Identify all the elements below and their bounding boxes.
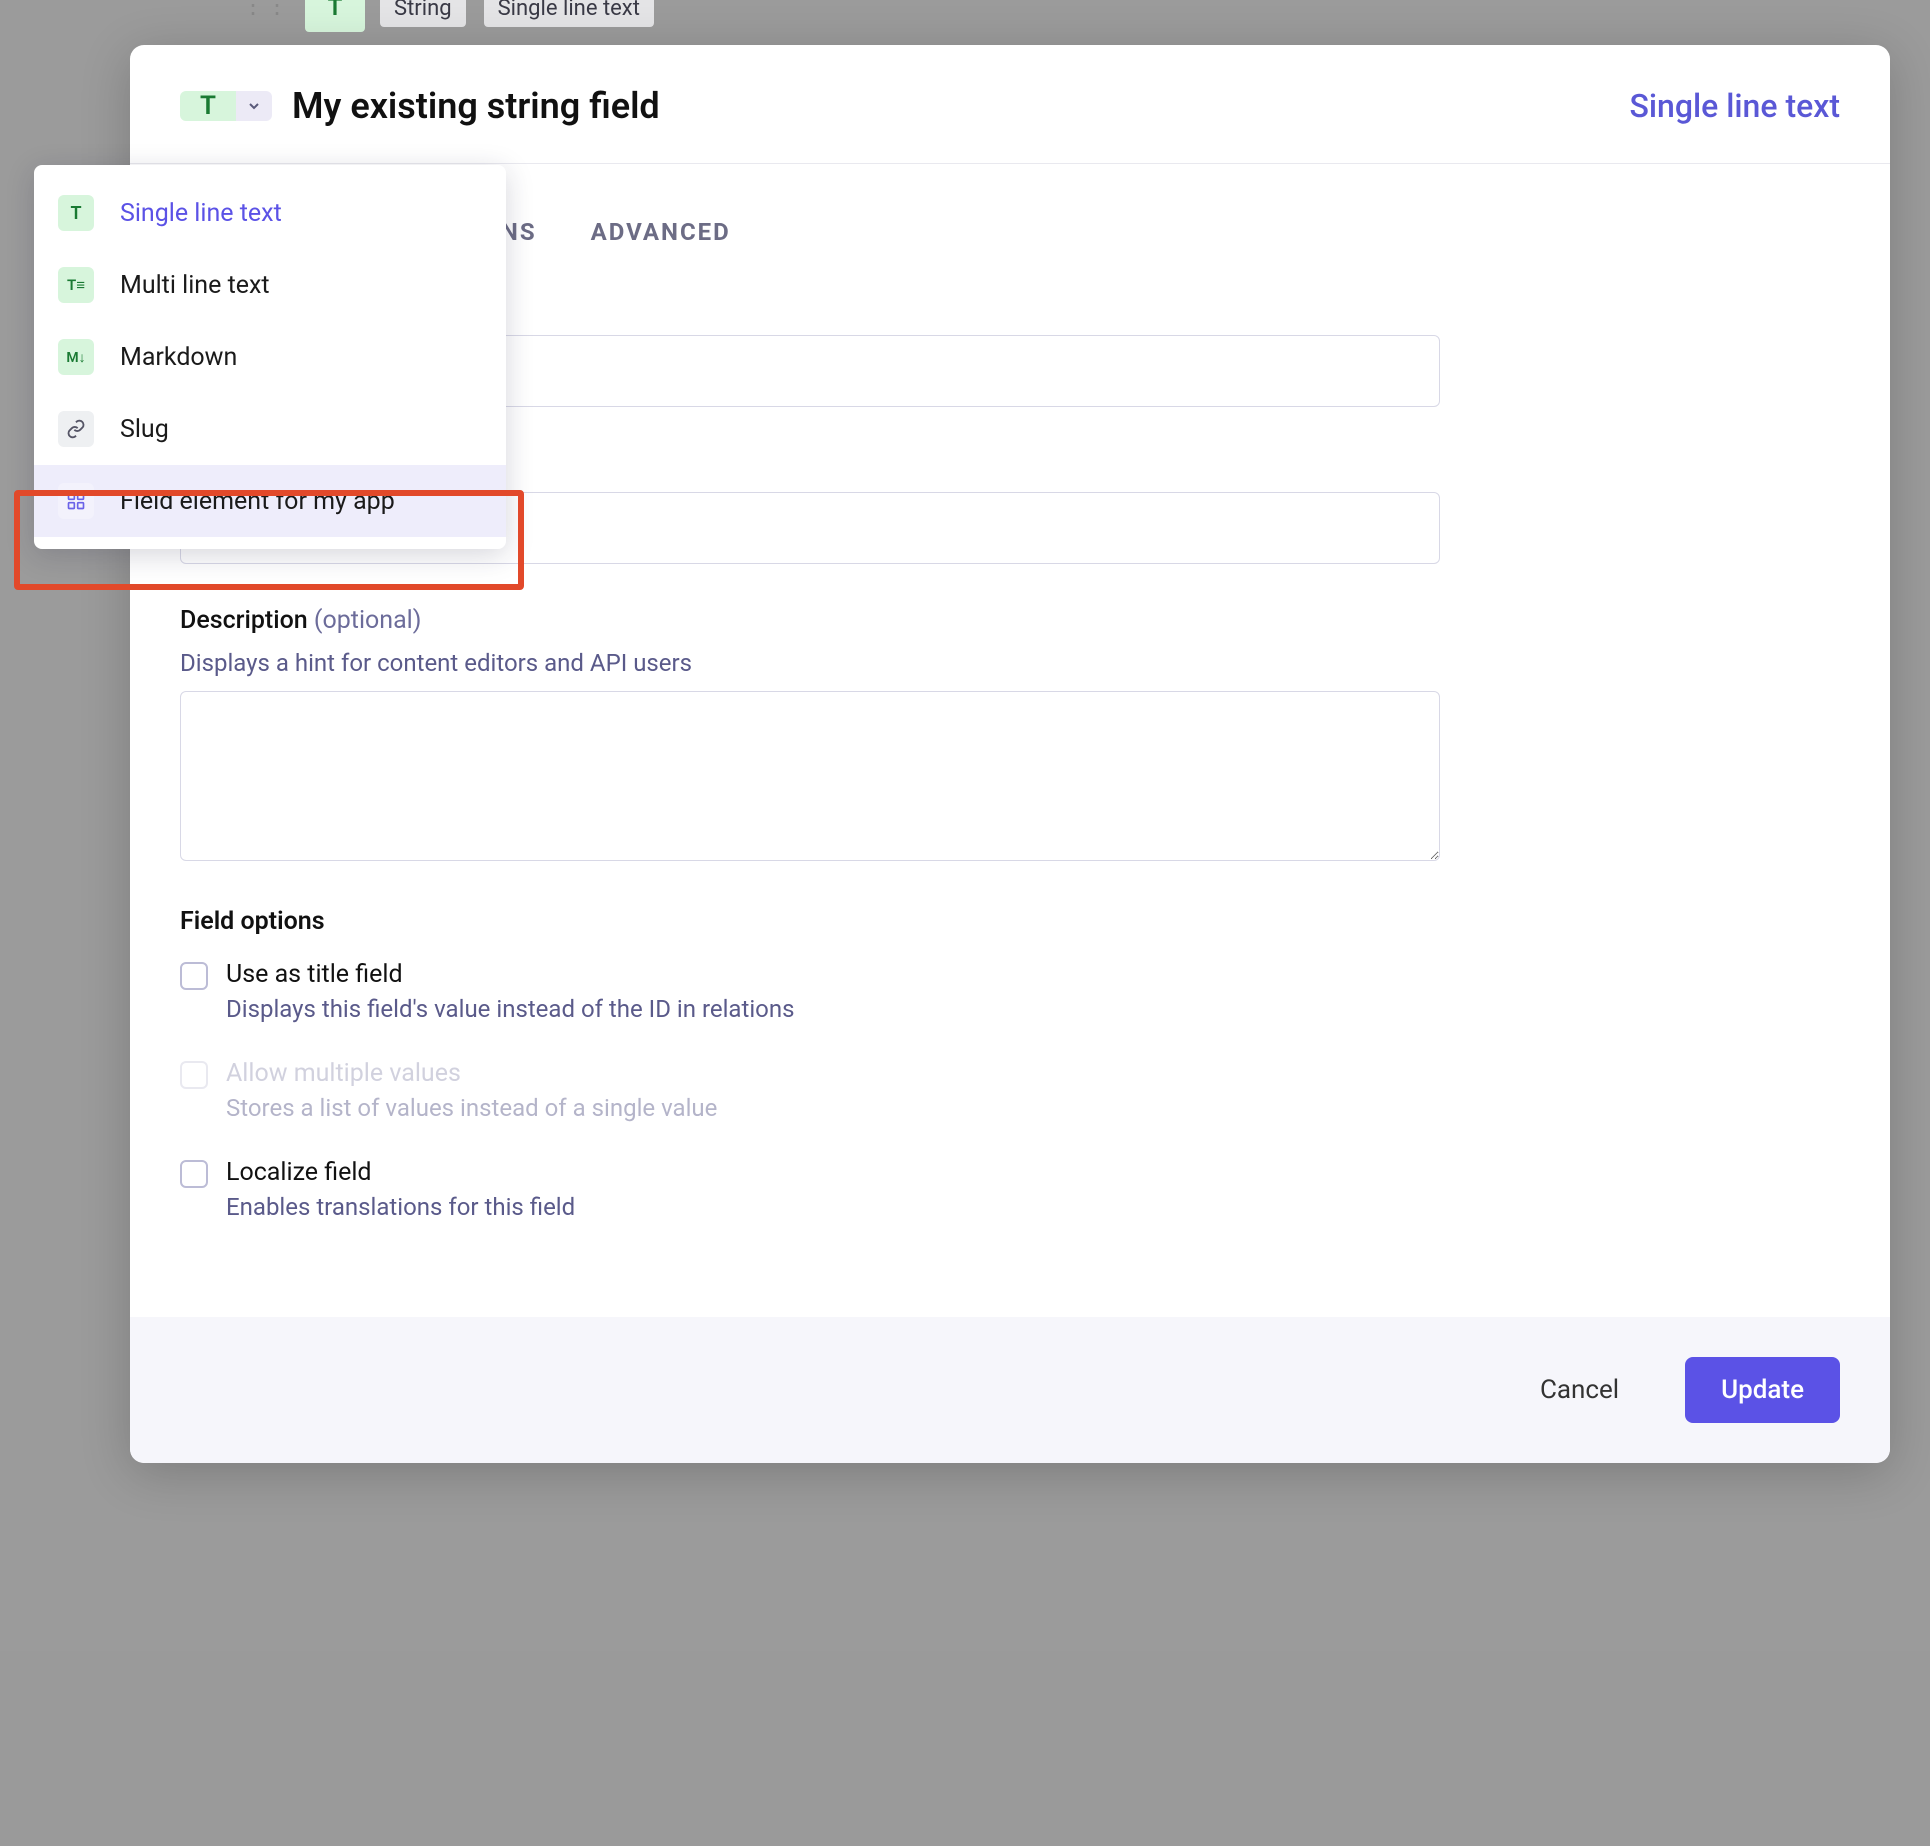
field-type-icon: T xyxy=(305,0,365,32)
modal-header: T My existing string field Single line t… xyxy=(130,45,1890,164)
description-label: Description (optional) xyxy=(180,606,1440,635)
checkbox-title-field[interactable] xyxy=(180,962,208,990)
modal-footer: Cancel Update xyxy=(130,1317,1890,1463)
cancel-button[interactable]: Cancel xyxy=(1504,1357,1655,1423)
field-type-dropdown: T Single line text T≡ Multi line text M↓… xyxy=(34,165,506,549)
dropdown-item-custom-element[interactable]: Field element for my app xyxy=(34,465,506,537)
checkbox-multiple-values xyxy=(180,1061,208,1089)
checkbox-localize[interactable] xyxy=(180,1160,208,1188)
link-icon xyxy=(58,411,94,447)
bg-type-tag: String xyxy=(380,0,466,27)
bg-variant-tag: Single line text xyxy=(484,0,654,27)
multiline-icon: T≡ xyxy=(58,267,94,303)
update-button[interactable]: Update xyxy=(1685,1357,1840,1423)
text-type-icon: T xyxy=(58,195,94,231)
option-multiple-values: Allow multiple values Stores a list of v… xyxy=(180,1059,1440,1122)
description-input[interactable] xyxy=(180,691,1440,861)
markdown-icon: M↓ xyxy=(58,339,94,375)
text-type-icon: T xyxy=(180,91,236,121)
tab-advanced[interactable]: ADVANCED xyxy=(591,218,731,246)
chevron-down-icon xyxy=(236,91,272,121)
drag-handle-icon: ⋮⋮ xyxy=(250,0,280,20)
option-localize[interactable]: Localize field Enables translations for … xyxy=(180,1158,1440,1221)
field-options-title: Field options xyxy=(180,907,1440,936)
dropdown-item-markdown[interactable]: M↓ Markdown xyxy=(34,321,506,393)
field-title: My existing string field xyxy=(292,85,660,127)
grid-icon xyxy=(58,483,94,519)
description-hint: Displays a hint for content editors and … xyxy=(180,649,1440,677)
dropdown-item-single-line[interactable]: T Single line text xyxy=(34,177,506,249)
option-title-field[interactable]: Use as title field Displays this field's… xyxy=(180,960,1440,1023)
field-type-label: Single line text xyxy=(1630,87,1841,125)
background-field-row: ⋮⋮ T String Single line text xyxy=(380,0,654,27)
dropdown-item-multi-line[interactable]: T≡ Multi line text xyxy=(34,249,506,321)
dropdown-item-slug[interactable]: Slug xyxy=(34,393,506,465)
field-type-selector[interactable]: T xyxy=(180,91,272,121)
